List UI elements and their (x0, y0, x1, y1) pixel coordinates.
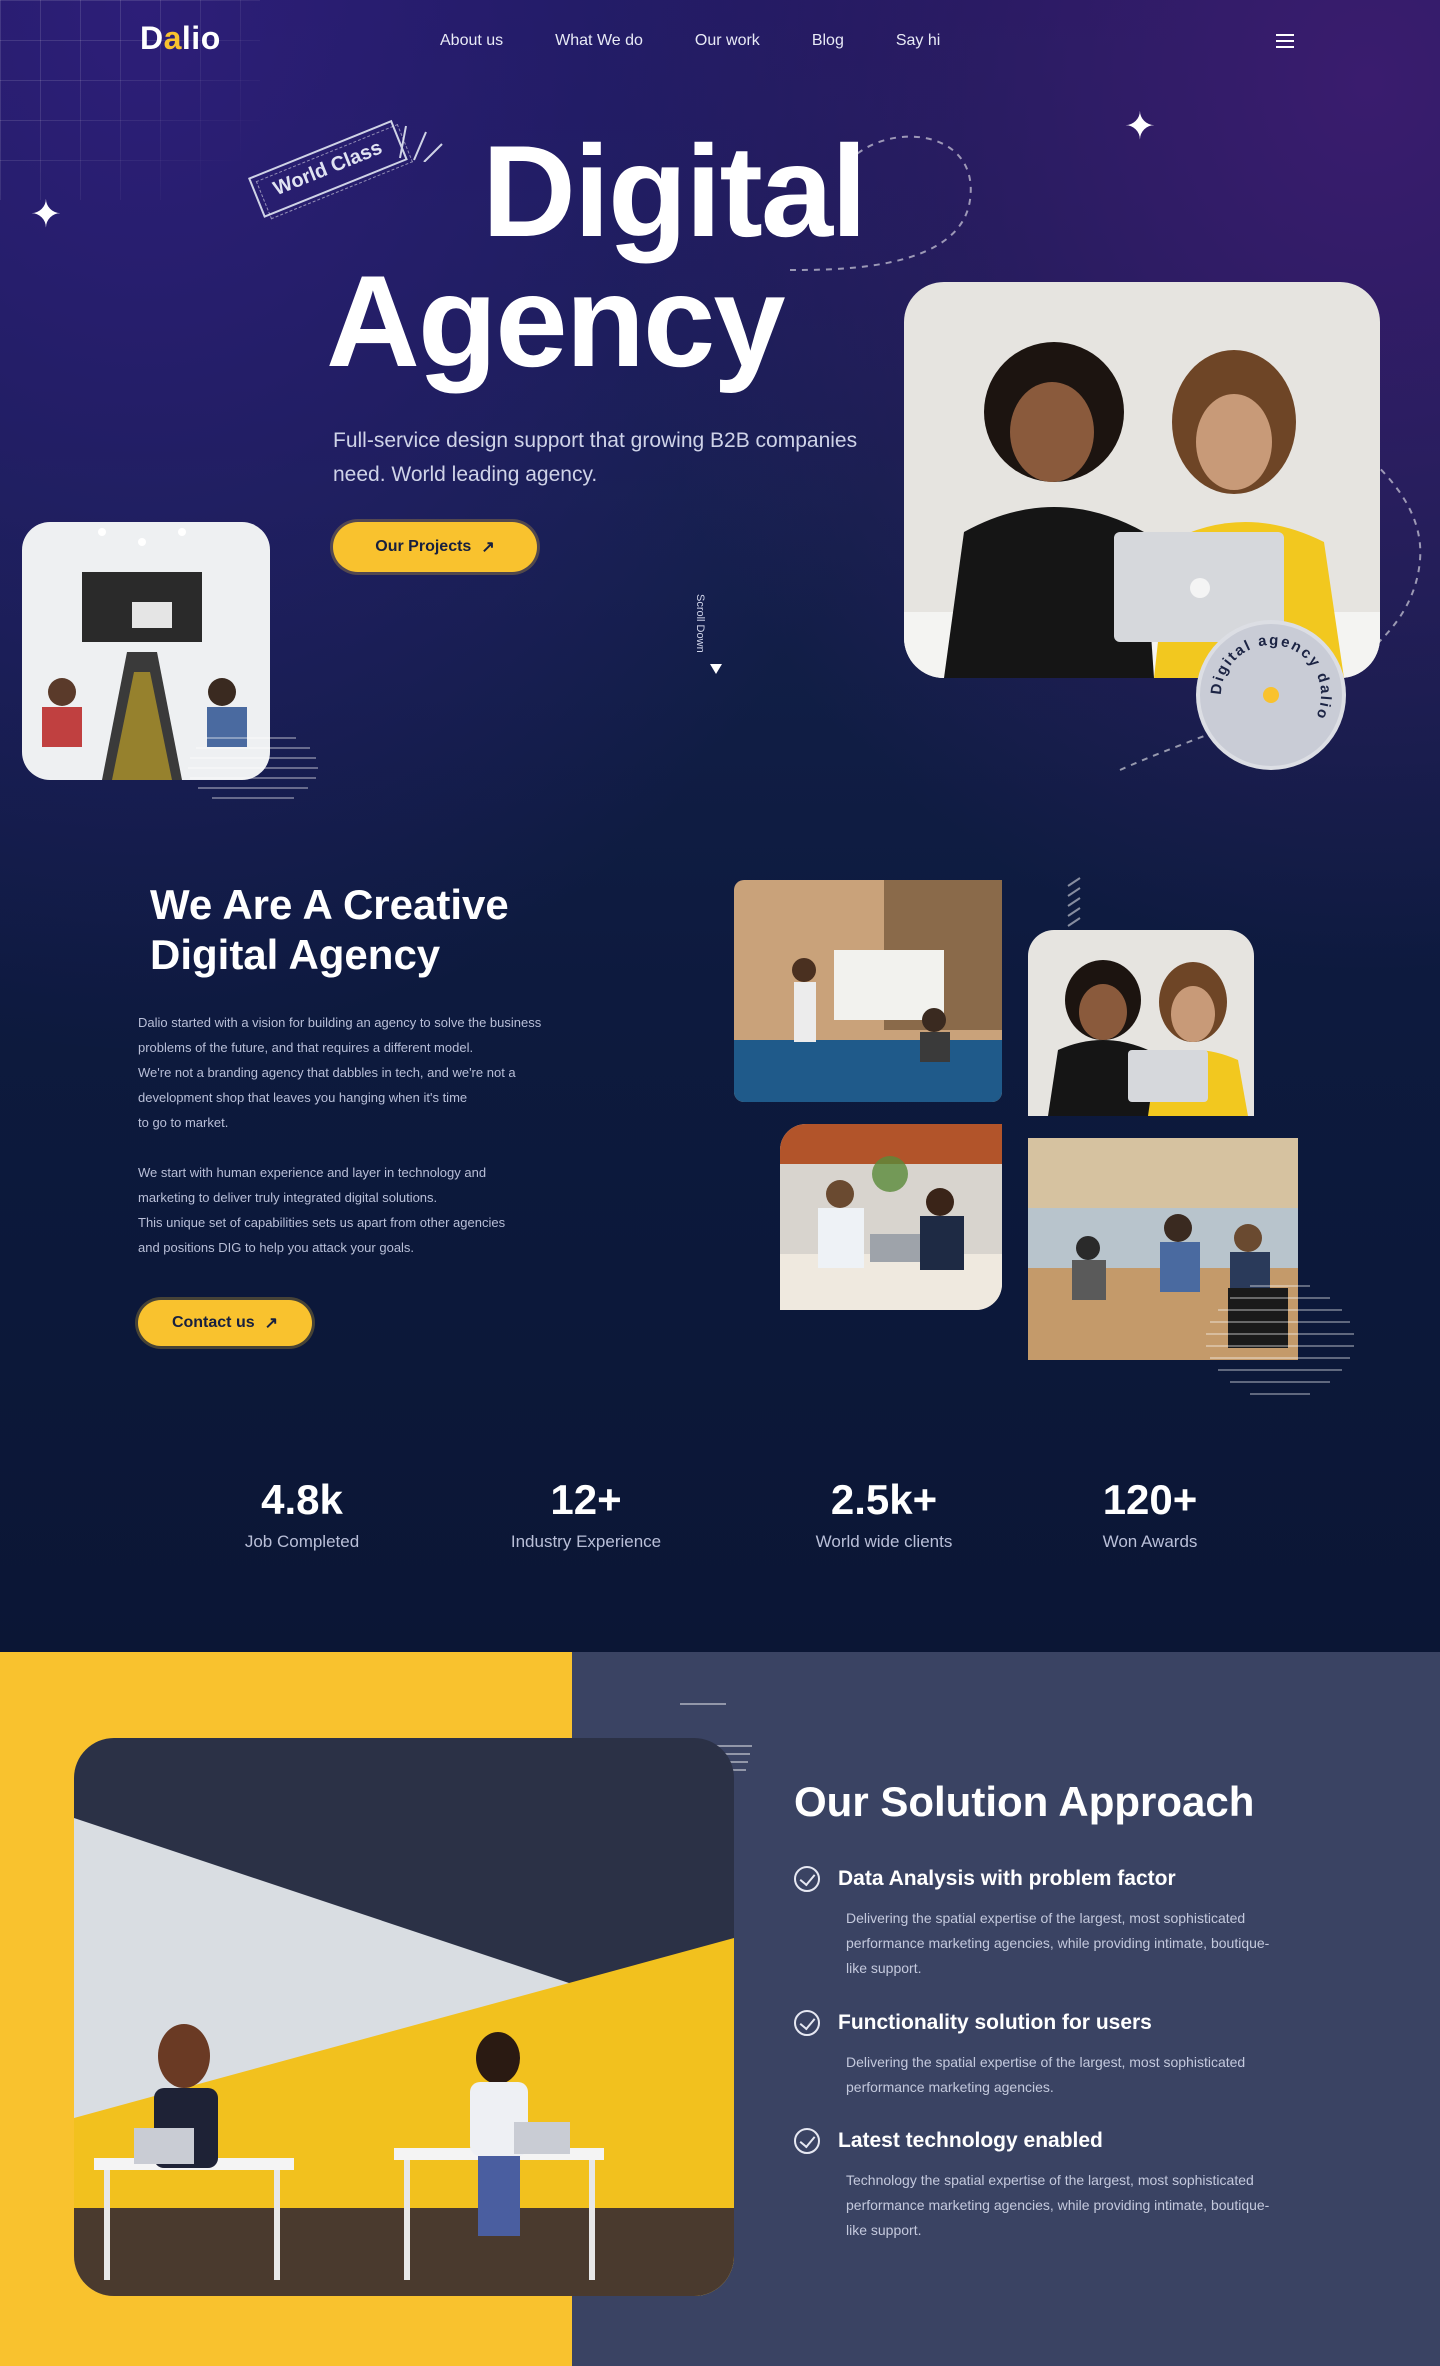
stat-number: 2.5k+ (830, 1476, 938, 1523)
solution-item-functionality: Functionality solution for users Deliver… (794, 2010, 1354, 2100)
nav-item-say-hi[interactable]: Say hi (896, 32, 940, 50)
logo-text-start: D (140, 20, 164, 56)
text-line: to go to market. (138, 1115, 229, 1130)
stat-jobs-completed: 4.8k Job Completed (182, 1474, 422, 1552)
text-line: We're not a branding agency that dabbles… (138, 1065, 516, 1080)
about-title-line2: Digital Agency (150, 931, 441, 978)
solution-item-data-analysis: Data Analysis with problem factor Delive… (794, 1866, 1354, 1981)
stat-label: Industry Experience (510, 1532, 662, 1551)
star-icon: ✦ (1124, 106, 1156, 148)
grid-decoration (0, 0, 260, 200)
solution-photo-office-desks (74, 1738, 734, 2296)
solution-item-title: Latest technology enabled (838, 2129, 1103, 2152)
text-line: Dalio started with a vision for building… (138, 1015, 542, 1030)
about-paragraph-2: We start with human experience and layer… (138, 1160, 698, 1260)
scroll-arrow-icon (710, 664, 722, 674)
hero-title-line1: Digital (482, 118, 867, 264)
collage-photo-two-women-laptop (1028, 930, 1254, 1116)
scroll-down-label[interactable]: Scroll Down (694, 594, 706, 653)
collage-photo-whiteboard-meeting (734, 880, 1002, 1102)
solution-item-title: Functionality solution for users (838, 2011, 1152, 2034)
stat-world-wide-clients: 2.5k+ World wide clients (764, 1474, 1004, 1552)
about-title: We Are A Creative Digital Agency (150, 880, 710, 980)
text-line: This unique set of capabilities sets us … (138, 1215, 506, 1230)
text-line: problems of the future, and that require… (138, 1040, 474, 1055)
stat-industry-experience: 12+ Industry Experience (466, 1474, 706, 1552)
contact-us-label: Contact us (171, 1314, 255, 1331)
striped-circle-decoration (1206, 1285, 1354, 1395)
our-projects-label: Our Projects (375, 538, 472, 555)
striped-circle-decoration (188, 737, 318, 799)
arrow-up-right-icon: ↗ (264, 1315, 279, 1332)
nav-item-what-we-do[interactable]: What We do (555, 32, 643, 50)
arrow-up-right-icon: ↗ (481, 539, 495, 556)
diagonal-lines-decoration (1067, 877, 1081, 927)
check-circle-icon (794, 2010, 820, 2036)
logo-text-accent: a (163, 20, 182, 56)
stat-label: Job Completed (244, 1532, 360, 1551)
text-line: development shop that leaves you hanging… (138, 1090, 468, 1105)
nav-item-blog[interactable]: Blog (812, 32, 844, 50)
solution-item-latest-technology: Latest technology enabled Technology the… (794, 2128, 1354, 2243)
check-circle-icon (794, 1866, 820, 1892)
hero-photo-two-women-laptop (904, 282, 1380, 678)
nav-item-about[interactable]: About us (440, 32, 503, 50)
logo-text-end: lio (181, 20, 221, 56)
check-circle-icon (794, 2128, 820, 2154)
stat-label: Won Awards (1102, 1532, 1198, 1551)
our-projects-button[interactable]: Our Projects ↗ (333, 522, 537, 572)
text-line: We start with human experience and layer… (138, 1165, 487, 1180)
svg-text:Digital agency dalio: Digital agency dalio (1208, 632, 1335, 723)
stat-number: 4.8k (261, 1476, 343, 1523)
circle-badge-text: Digital agency dalio (1208, 632, 1335, 723)
logo[interactable]: Dalio (140, 20, 221, 57)
about-title-line1: We Are A Creative (150, 881, 509, 928)
text-line: and positions DIG to help you attack you… (138, 1240, 415, 1255)
solution-item-desc: Delivering the spatial expertise of the … (846, 1910, 1270, 1976)
main-nav: About us What We do Our work Blog Say hi (440, 32, 992, 50)
digital-agency-circle-badge: Digital agency dalio (1196, 620, 1346, 770)
solution-item-desc: Delivering the spatial expertise of the … (846, 2054, 1246, 2095)
stat-number: 12+ (550, 1476, 622, 1523)
solution-item-desc: Technology the spatial expertise of the … (846, 2172, 1270, 2238)
hero-subtitle: Full-service design support that growing… (333, 429, 858, 486)
text-line: marketing to deliver truly integrated di… (138, 1190, 438, 1205)
hero-title-line2: Agency (326, 248, 786, 394)
contact-us-button[interactable]: Contact us ↗ (138, 1300, 312, 1346)
nav-item-our-work[interactable]: Our work (695, 32, 760, 50)
about-paragraph-1: Dalio started with a vision for building… (138, 1010, 698, 1135)
stat-number: 120+ (1102, 1476, 1198, 1523)
solution-title: Our Solution Approach (794, 1778, 1255, 1825)
star-icon: ✦ (30, 194, 62, 236)
solution-item-title: Data Analysis with problem factor (838, 1867, 1176, 1890)
stat-label: World wide clients (815, 1532, 953, 1551)
stat-won-awards: 120+ Won Awards (1030, 1474, 1270, 1552)
collage-photo-high-five (780, 1124, 1002, 1310)
menu-icon[interactable] (1276, 34, 1294, 48)
